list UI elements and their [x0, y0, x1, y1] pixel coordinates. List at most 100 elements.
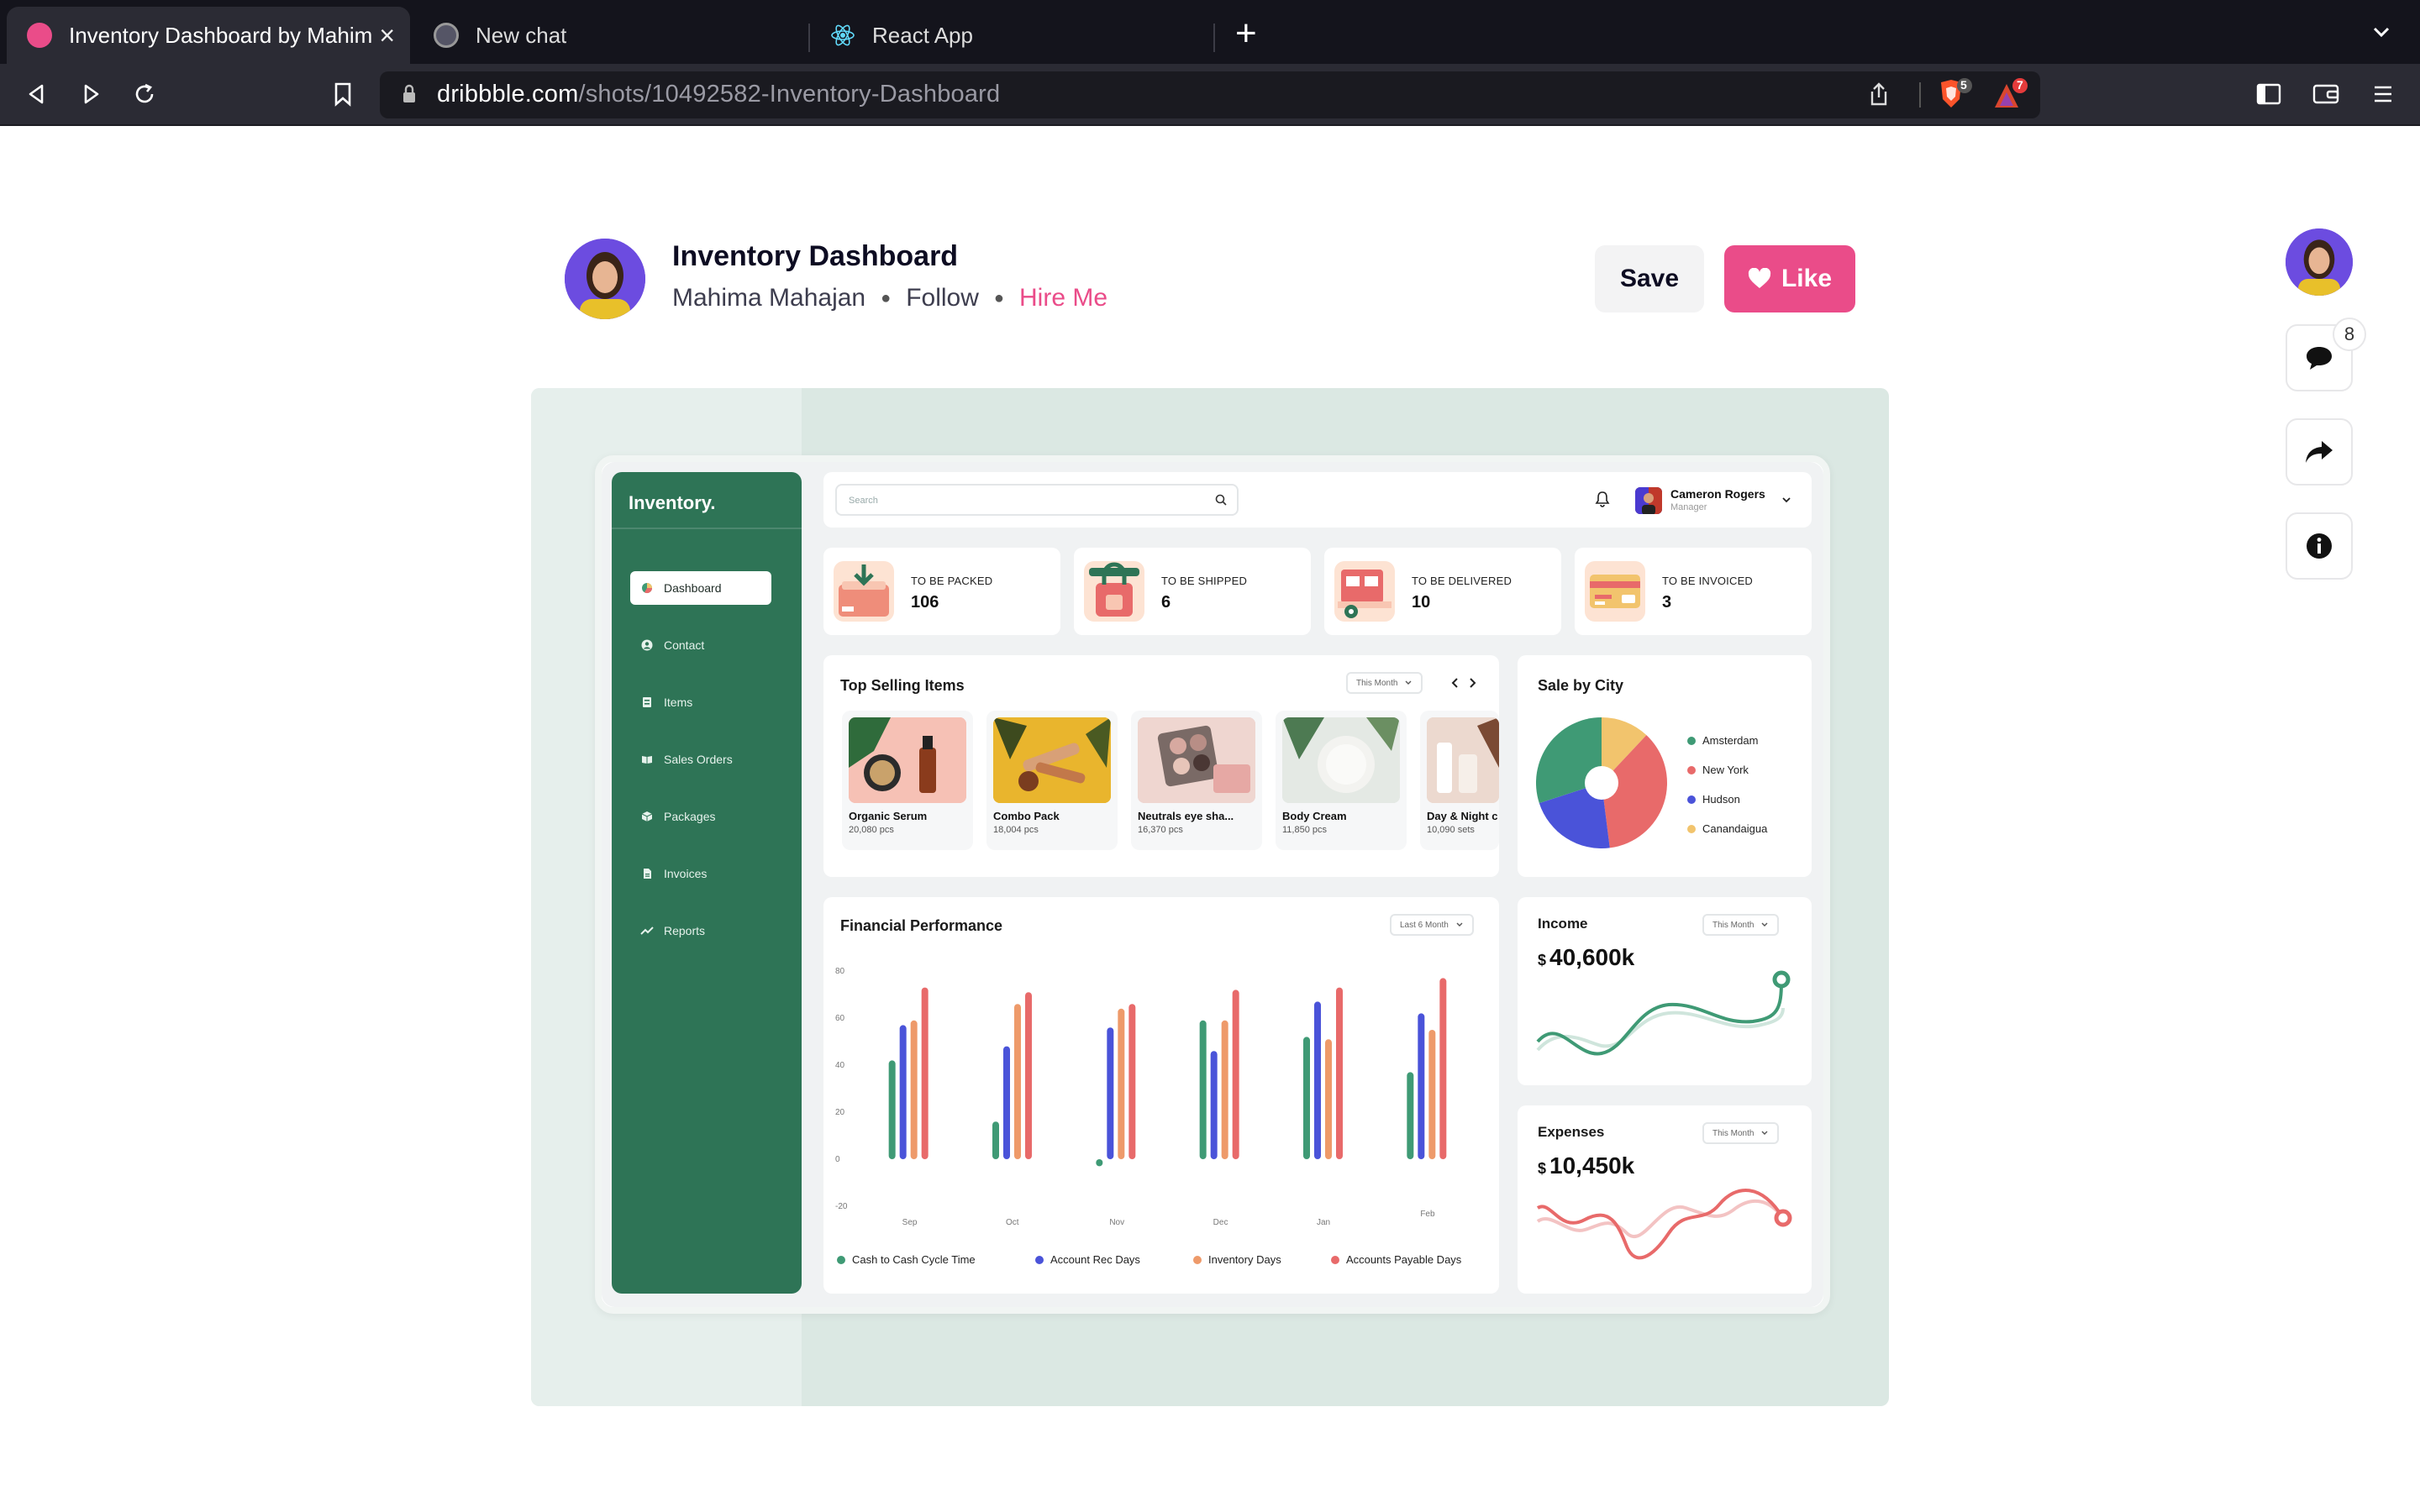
bar: [910, 1020, 918, 1159]
shopping-bag-icon: [1084, 561, 1144, 622]
share-icon[interactable]: [1862, 77, 1896, 111]
share-button[interactable]: [2286, 418, 2353, 486]
nav-item-contact[interactable]: Contact: [630, 628, 771, 662]
sale-by-city-title: Sale by City: [1538, 677, 1624, 694]
income-filter[interactable]: This Month: [1702, 914, 1780, 936]
react-icon: [830, 23, 855, 48]
bar: [1210, 1051, 1218, 1159]
product-qty: 20,080 pcs: [849, 825, 894, 835]
chevron-down-icon[interactable]: [2371, 22, 2391, 42]
search-icon[interactable]: [1215, 494, 1227, 506]
bar: [1439, 978, 1447, 1159]
brave-rewards-icon[interactable]: 7: [1991, 77, 2028, 111]
legend-canandaigua: Canandaigua: [1687, 822, 1767, 835]
tab-react-app[interactable]: React App: [810, 7, 1213, 64]
author-avatar[interactable]: [565, 239, 645, 319]
filter-label: Last 6 Month: [1400, 920, 1449, 930]
legend-label: Cash to Cash Cycle Time: [852, 1253, 976, 1266]
chevron-down-icon: [1761, 1131, 1768, 1135]
filter-label: This Month: [1712, 1128, 1754, 1138]
bar: [1336, 987, 1343, 1159]
author-name[interactable]: Mahima Mahajan: [672, 284, 865, 312]
search-input[interactable]: Search: [835, 484, 1239, 516]
product-qty: 18,004 pcs: [993, 825, 1039, 835]
bar: [1096, 1159, 1103, 1167]
expenses-title: Expenses: [1538, 1124, 1605, 1140]
legend-swatch: [1687, 795, 1696, 804]
chatgpt-icon: [434, 23, 459, 48]
nav-item-sales-orders[interactable]: Sales Orders: [630, 743, 771, 776]
hire-me-link[interactable]: Hire Me: [1019, 284, 1107, 312]
legend-swatch: [1035, 1255, 1044, 1264]
product-qty: 11,850 pcs: [1282, 825, 1328, 835]
expenses-filter[interactable]: This Month: [1702, 1122, 1780, 1144]
x-tick-label: Dec: [1213, 1218, 1228, 1227]
author-avatar-small[interactable]: [2286, 228, 2353, 296]
nav-item-items[interactable]: Items: [630, 685, 771, 719]
bar: [1221, 1020, 1228, 1159]
nav-label: Contact: [664, 638, 705, 652]
url-path: /shots/10492582-Inventory-Dashboard: [578, 81, 1001, 108]
reload-icon[interactable]: [128, 77, 161, 111]
legend-swatch: [1687, 824, 1696, 833]
wallet-icon[interactable]: [2309, 77, 2343, 111]
delivery-truck-icon: [1334, 561, 1395, 622]
legend-swatch: [1687, 736, 1696, 745]
like-button[interactable]: Like: [1724, 245, 1855, 312]
legend-swatch: [1193, 1255, 1202, 1264]
y-tick-label: 40: [835, 1061, 845, 1070]
user-avatar[interactable]: [1635, 487, 1662, 514]
forward-icon[interactable]: [74, 77, 108, 111]
top-selling-filter[interactable]: This Month: [1346, 672, 1423, 694]
bar: [1418, 1013, 1425, 1159]
legend-amsterdam: Amsterdam: [1687, 734, 1758, 747]
comment-count: 8: [2333, 318, 2366, 351]
financial-filter[interactable]: Last 6 Month: [1390, 914, 1474, 936]
nav-item-invoices[interactable]: Invoices: [630, 857, 771, 890]
tab-new-chat[interactable]: New chat: [413, 7, 808, 64]
nav-item-reports[interactable]: Reports: [630, 914, 771, 948]
bell-icon[interactable]: [1595, 491, 1610, 507]
nav-label: Invoices: [664, 867, 708, 880]
sidebar-toggle-icon[interactable]: [2252, 77, 2286, 111]
invoice-card-icon: [1585, 561, 1645, 622]
stat-value: 10: [1412, 593, 1431, 612]
chevron-right-icon[interactable]: [1467, 677, 1477, 689]
financial-bar-chart: 80 60 40 20 0 -20 Sep Oct Nov Dec Jan Feb: [835, 967, 1447, 1227]
url-text[interactable]: dribbble.com/shots/10492582-Inventory-Da…: [437, 81, 1000, 108]
bar: [992, 1121, 999, 1159]
bookmark-icon[interactable]: [326, 77, 360, 111]
nav-item-packages[interactable]: Packages: [630, 800, 771, 833]
new-tab-icon[interactable]: +: [1235, 15, 1257, 52]
follow-link[interactable]: Follow: [906, 284, 979, 312]
nav-item-dashboard[interactable]: Dashboard: [630, 571, 771, 605]
bar: [888, 1060, 896, 1159]
url-host: dribbble.com: [437, 81, 579, 108]
shield-count: 5: [1960, 78, 1967, 92]
legend-cash-cycle: Cash to Cash Cycle Time: [837, 1253, 976, 1266]
bar: [899, 1025, 907, 1159]
info-button[interactable]: [2286, 512, 2353, 580]
legend-label: Amsterdam: [1702, 734, 1759, 747]
sale-by-city-pie-chart: [1536, 717, 1667, 848]
chevron-down-icon[interactable]: [1781, 496, 1791, 504]
legend-label: Hudson: [1702, 793, 1740, 806]
tab-inventory-dashboard[interactable]: Inventory Dashboard by Mahim ×: [7, 7, 410, 64]
close-tab-icon[interactable]: ×: [379, 20, 395, 51]
product-name: Organic Serum: [849, 810, 928, 822]
y-tick-label: -20: [835, 1202, 848, 1211]
dashboard-brand: Inventory.: [629, 492, 716, 513]
bar: [921, 987, 929, 1159]
nav-label: Items: [664, 696, 693, 709]
back-icon[interactable]: [20, 77, 54, 111]
chevron-left-icon[interactable]: [1450, 677, 1460, 689]
tab-title: Inventory Dashboard by Mahim: [69, 22, 373, 48]
product-image: [1427, 717, 1499, 803]
legend-new-york: New York: [1687, 764, 1749, 776]
menu-icon[interactable]: [2366, 77, 2400, 111]
bar: [1407, 1072, 1414, 1159]
brave-shield-icon[interactable]: 5: [1936, 77, 1973, 111]
save-button[interactable]: Save: [1595, 245, 1704, 312]
legend-label: Inventory Days: [1208, 1253, 1281, 1266]
bar: [1325, 1039, 1332, 1159]
